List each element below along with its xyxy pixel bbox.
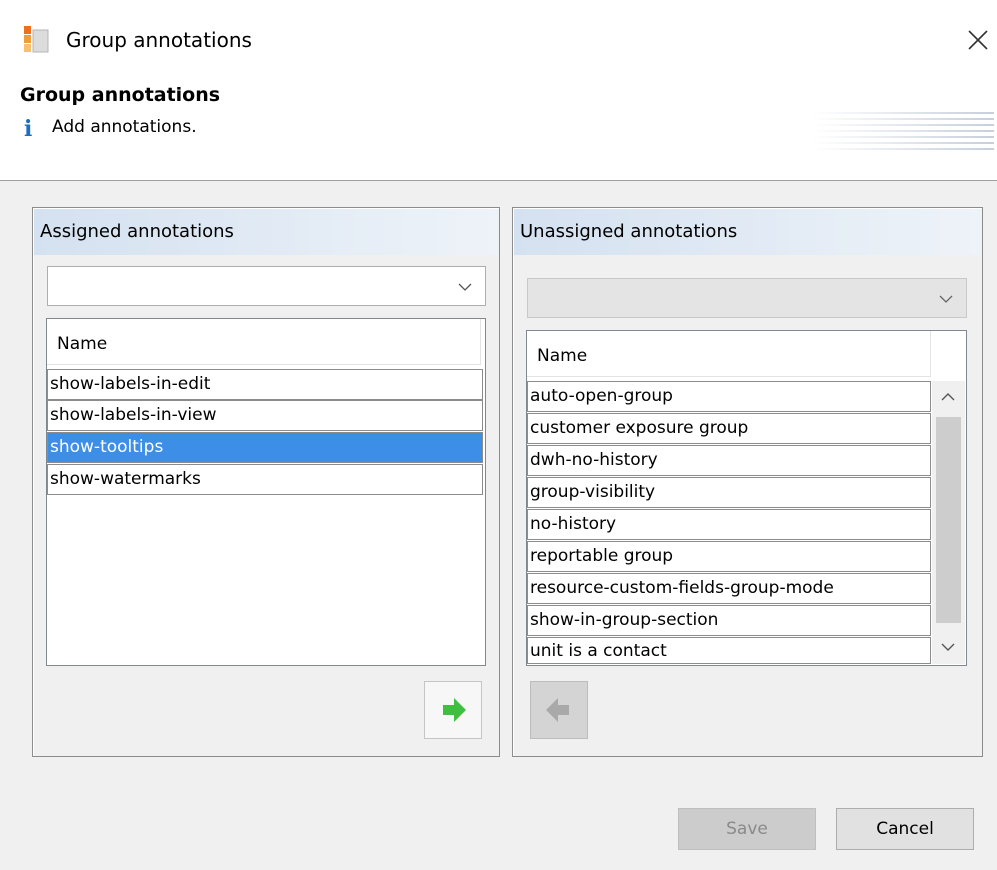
table-row[interactable]: customer exposure group	[527, 413, 931, 444]
scrollbar-thumb[interactable]	[936, 417, 961, 623]
table-row[interactable]: unit is a contact	[527, 637, 931, 664]
table-row[interactable]: show-labels-in-edit	[47, 369, 483, 400]
header-description: Add annotations.	[52, 117, 197, 137]
unassigned-name-column-header[interactable]: Name	[527, 331, 931, 377]
unassigned-scrollbar[interactable]	[932, 381, 965, 664]
close-icon[interactable]	[962, 24, 994, 56]
assigned-name-column-header[interactable]: Name	[47, 319, 481, 365]
table-row[interactable]: resource-custom-fields-group-mode	[527, 573, 931, 604]
assigned-annotations-table[interactable]: Name show-labels-in-edit show-labels-in-…	[46, 318, 486, 666]
table-row[interactable]: no-history	[527, 509, 931, 540]
save-button[interactable]: Save	[678, 808, 816, 850]
assign-annotation-button[interactable]	[424, 681, 482, 739]
unassign-annotation-button[interactable]	[530, 681, 588, 739]
table-row-selected[interactable]: show-tooltips	[47, 432, 483, 463]
table-row[interactable]: group-visibility	[527, 477, 931, 508]
scroll-up-icon[interactable]	[940, 389, 956, 410]
window-title: Group annotations	[66, 28, 252, 52]
table-row[interactable]: reportable group	[527, 541, 931, 572]
arrow-left-icon	[531, 698, 587, 743]
unassigned-panel-title: Unassigned annotations	[514, 209, 981, 255]
chevron-down-icon	[938, 291, 954, 307]
header-banner-decoration	[812, 112, 994, 150]
unassigned-filter-combo[interactable]	[527, 278, 967, 318]
assigned-filter-combo[interactable]	[47, 266, 486, 306]
table-row[interactable]: auto-open-group	[527, 381, 931, 412]
table-row[interactable]: dwh-no-history	[527, 445, 931, 476]
assigned-panel-title: Assigned annotations	[34, 209, 498, 255]
scroll-down-icon[interactable]	[940, 639, 956, 660]
arrow-right-icon	[425, 698, 481, 743]
cancel-button[interactable]: Cancel	[836, 808, 974, 850]
info-icon: i	[24, 116, 33, 142]
table-row[interactable]: show-labels-in-view	[47, 400, 483, 431]
chevron-down-icon	[457, 279, 473, 295]
header-title: Group annotations	[20, 84, 221, 106]
group-annotations-app-icon	[22, 24, 50, 54]
table-row[interactable]: show-in-group-section	[527, 605, 931, 636]
table-row[interactable]: show-watermarks	[47, 464, 483, 495]
unassigned-annotations-table[interactable]: Name auto-open-group customer exposure g…	[526, 330, 967, 666]
